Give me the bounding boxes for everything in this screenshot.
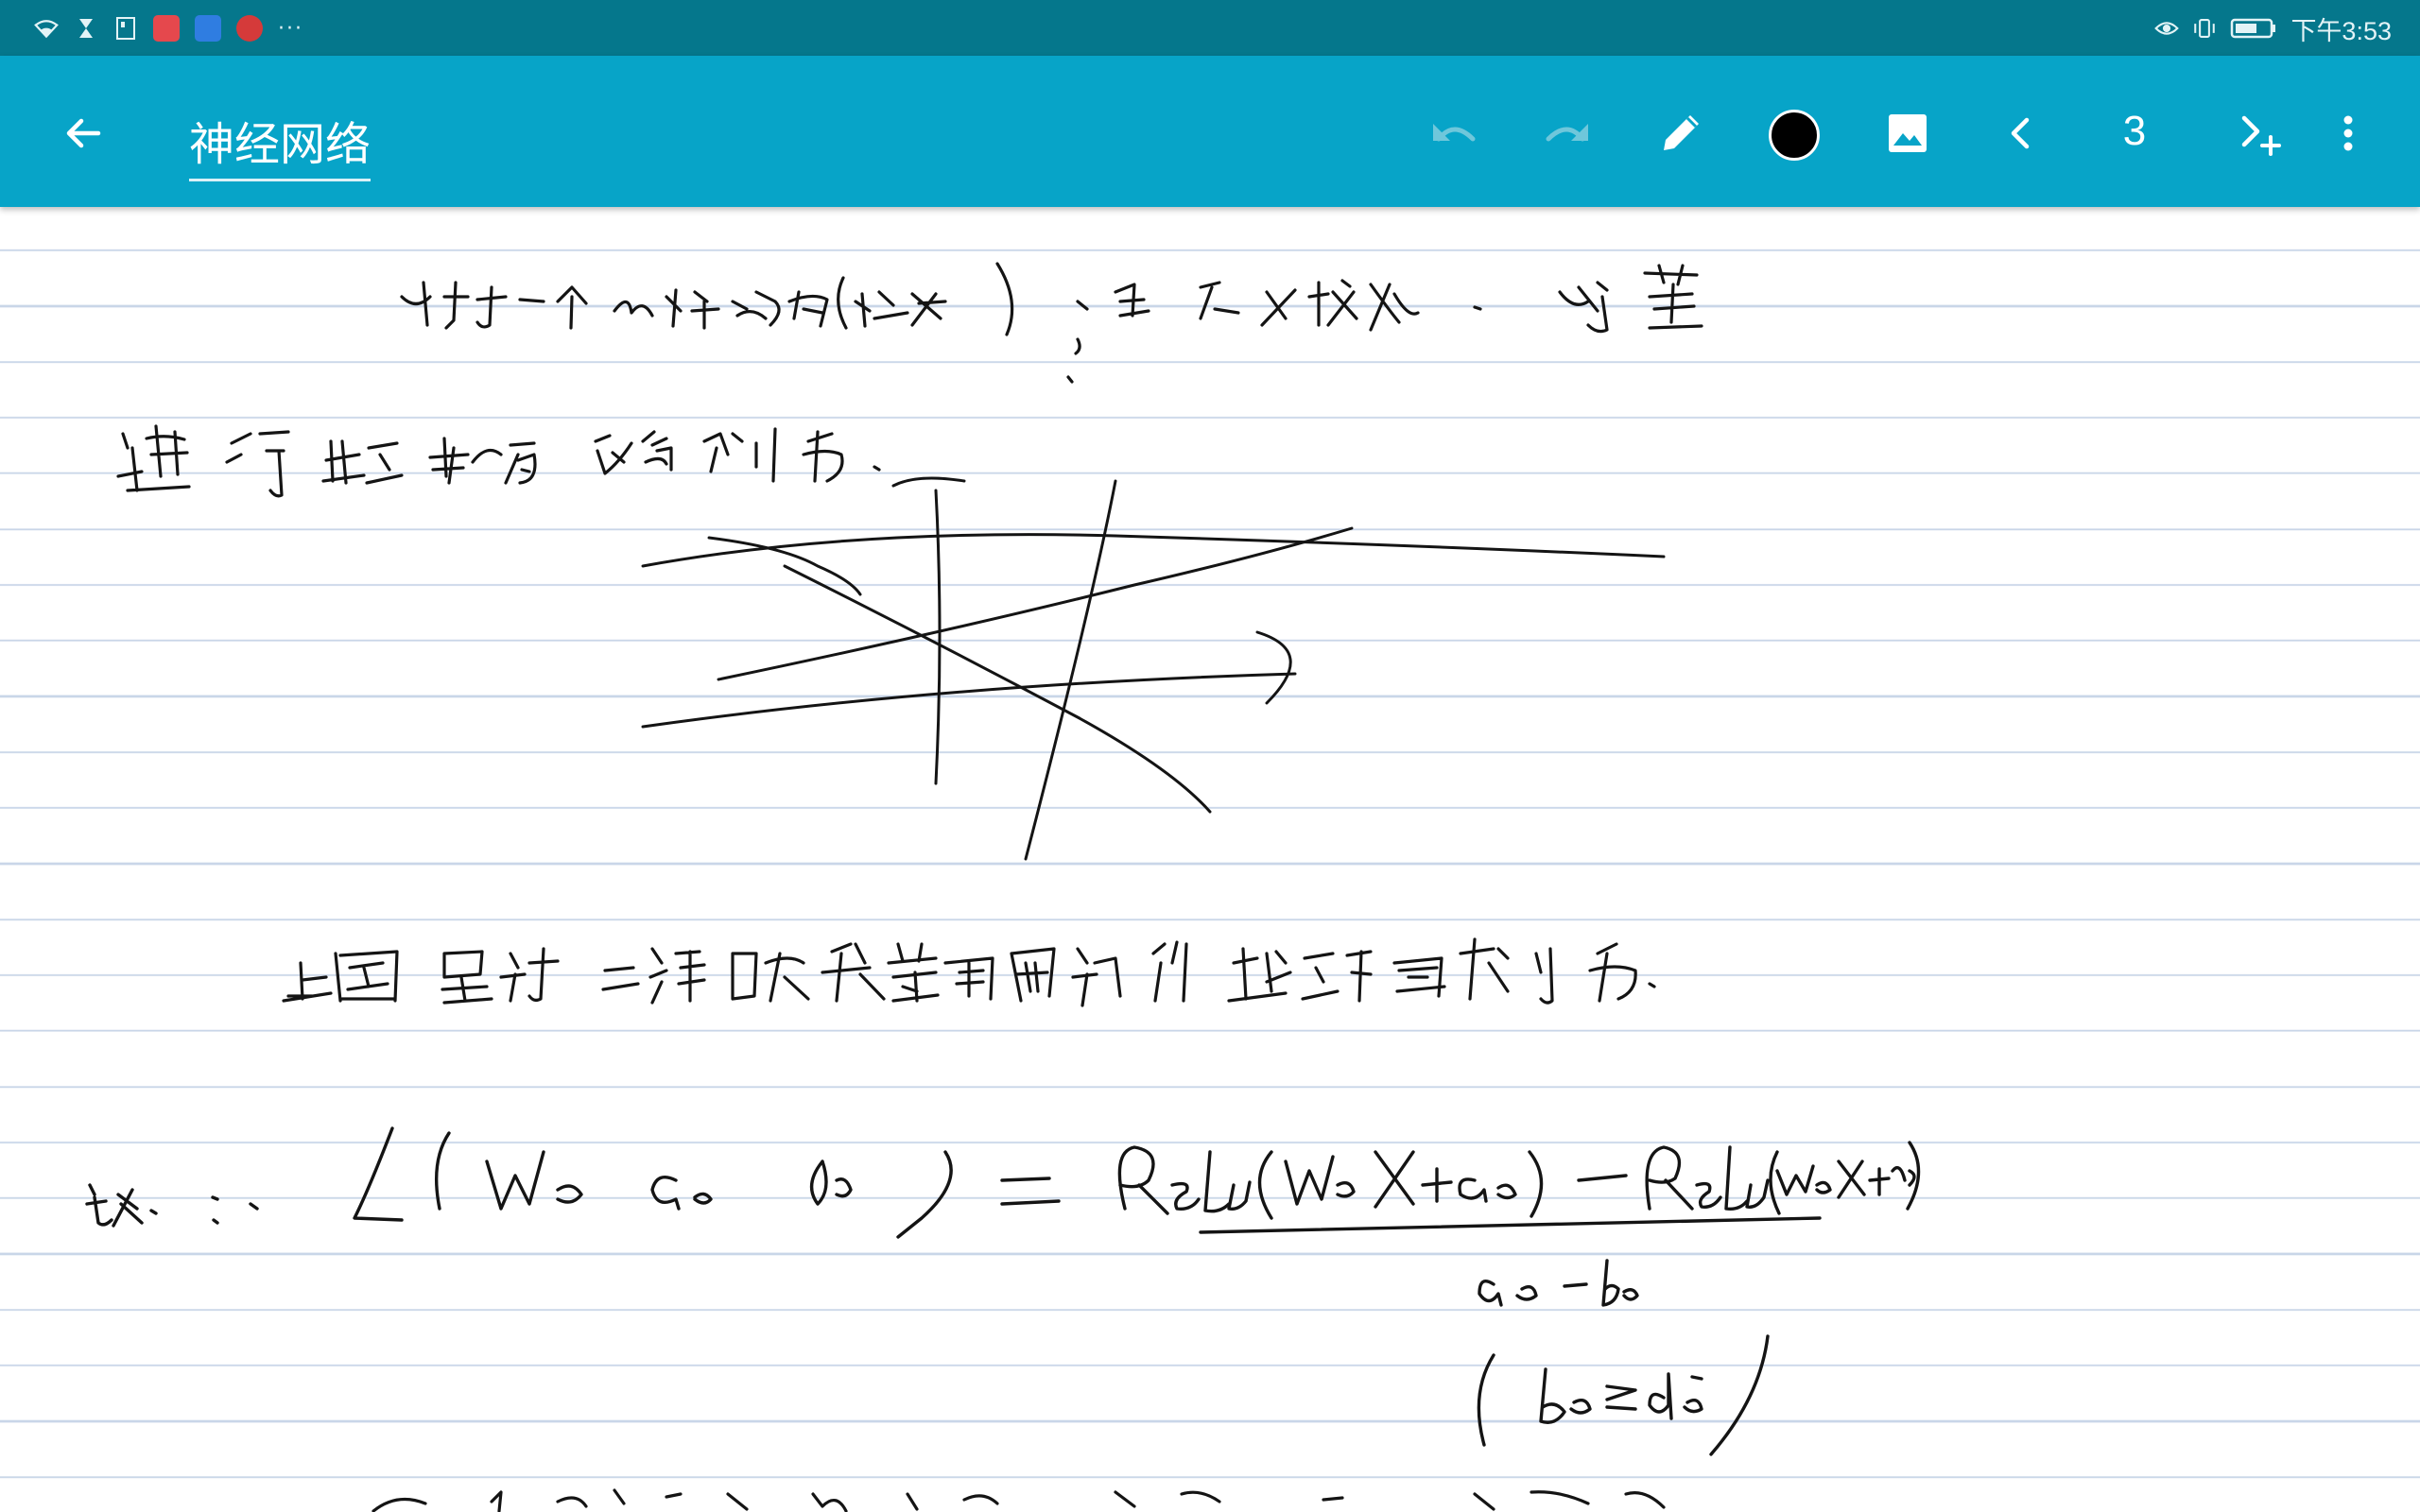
handwriting-formula [85,1126,1921,1456]
previous-page-button[interactable] [1991,105,2051,165]
image-icon [1885,111,1930,160]
insert-image-button[interactable] [1877,105,1938,165]
notebook-page[interactable] [0,207,2420,1512]
video-app-icon [195,15,221,42]
handwriting-line-2 [116,424,881,498]
app-bar: 神经网络 3 [0,56,2420,207]
news-app-icon [236,15,263,42]
undo-icon [1427,114,1480,156]
more-vert-icon [2339,111,2358,160]
next-add-page-icon [2235,109,2284,162]
handwriting-canvas[interactable] [0,207,2420,1512]
overflow-menu-button[interactable] [2318,105,2378,165]
undo-button[interactable] [1424,105,1484,165]
handwriting-line-5 [372,1488,1666,1512]
vibrate-icon [2192,16,2217,41]
pencil-icon [1656,109,1705,162]
back-button[interactable] [53,105,113,165]
status-left-icons: ··· [34,9,303,47]
arrow-left-icon [60,111,106,160]
eye-comfort-icon [2154,16,2180,41]
notebook-title[interactable]: 神经网络 [189,107,372,181]
more-notifications-indicator: ··· [278,16,303,41]
color-swatch [1769,110,1820,161]
redo-icon [1541,114,1594,156]
sim-card-icon [113,16,138,41]
next-page-button[interactable] [2229,105,2290,165]
pen-color-button[interactable] [1764,105,1824,165]
status-time: 下午3:53 [2290,16,2392,45]
book-app-icon [153,15,180,42]
page-number: 3 [2122,108,2147,154]
redo-button[interactable] [1537,105,1598,165]
chevron-left-icon [2002,112,2040,158]
hourglass-icon [74,16,98,41]
pen-tool-button[interactable] [1651,105,1711,165]
wifi-icon [34,16,59,41]
handwriting-line-3 [282,937,1656,1007]
status-right-icons: 下午3:53 [2154,9,2392,47]
hyperplane-diagram [641,476,1666,861]
battery-icon [2230,16,2277,41]
status-bar: ··· 下午3:53 [0,0,2420,56]
handwriting-line-1 [400,262,1703,384]
